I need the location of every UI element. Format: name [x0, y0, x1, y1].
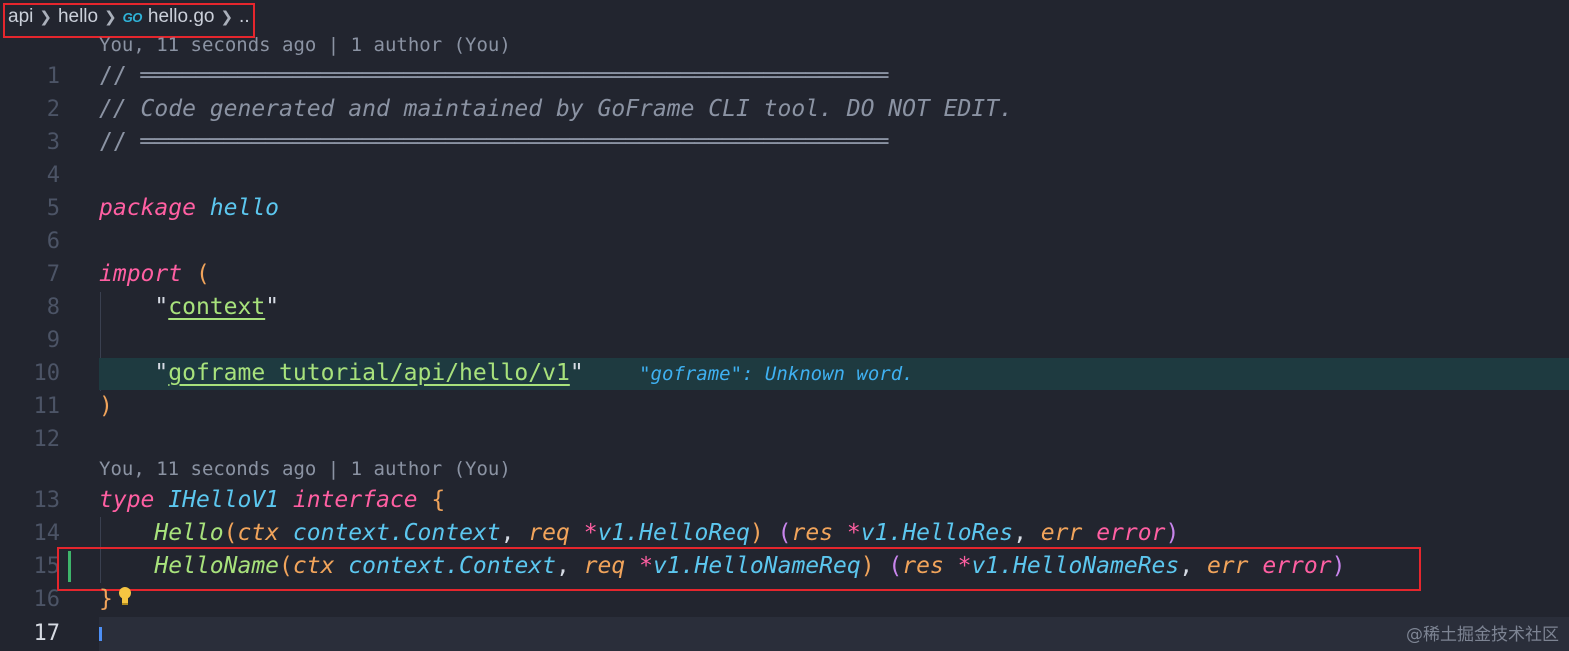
git-added-indicator[interactable] — [68, 551, 71, 582]
import-path: context — [168, 294, 266, 320]
text-cursor — [99, 627, 102, 641]
comment: // ═════════════════════════════════════… — [99, 63, 889, 89]
code-line-17[interactable]: 17 — [0, 617, 1569, 650]
spell-diagnostic[interactable]: "goframe": Unknown word. — [639, 363, 914, 385]
line-number: 2 — [46, 97, 60, 122]
code-line-4[interactable]: 4 — [0, 159, 1569, 192]
line-number: 12 — [33, 427, 61, 452]
line-number: 7 — [46, 262, 60, 287]
code-text: Hello(ctx context.Context, req *v1.Hello… — [154, 520, 1180, 546]
code-line-2[interactable]: 2 // Code generated and maintained by Go… — [0, 93, 1569, 126]
code-line-6[interactable]: 6 — [0, 225, 1569, 258]
code-line-5[interactable]: 5 package hello — [0, 192, 1569, 225]
code-line-13[interactable]: 13 type IHelloV1 interface { — [0, 484, 1569, 517]
keyword: package — [99, 195, 196, 221]
breadcrumb-item-file[interactable]: hello.go — [148, 6, 215, 28]
breadcrumb: api ❯ hello ❯ GO hello.go ❯ .. — [0, 0, 1569, 34]
code-line-15[interactable]: 15 HelloName(ctx context.Context, req *v… — [0, 550, 1569, 583]
go-file-icon: GO — [122, 9, 143, 25]
comment: // ═════════════════════════════════════… — [99, 129, 889, 155]
comment: // Code generated and maintained by GoFr… — [99, 96, 1013, 122]
line-number: 15 — [33, 554, 61, 579]
code-text: "goframe_tutorial/api/hello/v1" "goframe… — [154, 360, 914, 386]
codelens-author[interactable]: You, 11 seconds ago | 1 author (You) — [99, 34, 511, 56]
line-number: 13 — [33, 488, 61, 513]
line-number: 10 — [33, 361, 61, 386]
code-line-16[interactable]: 16 } — [0, 583, 1569, 616]
code-line-8[interactable]: 8 "context" — [0, 291, 1569, 324]
breadcrumb-item-api[interactable]: api — [8, 6, 33, 28]
line-number: 9 — [46, 328, 60, 353]
code-text: HelloName(ctx context.Context, req *v1.H… — [154, 553, 1346, 579]
code-text: type IHelloV1 interface { — [99, 487, 446, 513]
code-line-1[interactable]: 1 // ═══════════════════════════════════… — [0, 60, 1569, 93]
chevron-right-icon: ❯ — [39, 9, 52, 26]
line-number: 11 — [33, 394, 61, 419]
code-line-3[interactable]: 3 // ═══════════════════════════════════… — [0, 126, 1569, 159]
code-line-7[interactable]: 7 import ( — [0, 258, 1569, 291]
line-number: 17 — [33, 621, 61, 646]
line-number: 4 — [46, 163, 60, 188]
line-number: 14 — [33, 521, 61, 546]
line-number: 6 — [46, 229, 60, 254]
code-text: "context" — [154, 294, 280, 320]
line-number: 5 — [46, 196, 60, 221]
code-line-14[interactable]: 14 Hello(ctx context.Context, req *v1.He… — [0, 517, 1569, 550]
watermark: @稀土掘金技术社区 — [1406, 625, 1559, 645]
package-name: hello — [209, 195, 280, 221]
code-line-12[interactable]: 12 — [0, 423, 1569, 456]
chevron-right-icon: ❯ — [220, 9, 234, 26]
line-number: 1 — [46, 64, 60, 89]
paren: ( — [195, 261, 210, 287]
code-line-11[interactable]: 11 ) — [0, 390, 1569, 423]
chevron-right-icon: ❯ — [104, 9, 117, 26]
paren: ) — [99, 393, 113, 419]
brace: } — [99, 586, 113, 612]
line-number: 3 — [46, 130, 60, 155]
codelens-author[interactable]: You, 11 seconds ago | 1 author (You) — [99, 458, 511, 480]
line-number: 16 — [33, 587, 61, 612]
lightbulb-icon[interactable] — [117, 586, 133, 606]
code-text: import ( — [99, 258, 210, 291]
breadcrumb-item-hello[interactable]: hello — [58, 6, 98, 28]
line-number: 8 — [46, 295, 60, 320]
breadcrumb-more[interactable]: .. — [239, 6, 250, 28]
code-line-9[interactable]: 9 — [0, 324, 1569, 357]
keyword: import — [99, 261, 183, 287]
code-text: package hello — [99, 192, 279, 225]
code-line-10[interactable]: 10 "goframe_tutorial/api/hello/v1" "gofr… — [0, 357, 1569, 390]
import-path: goframe_tutorial/api/hello/v1 — [168, 360, 570, 386]
